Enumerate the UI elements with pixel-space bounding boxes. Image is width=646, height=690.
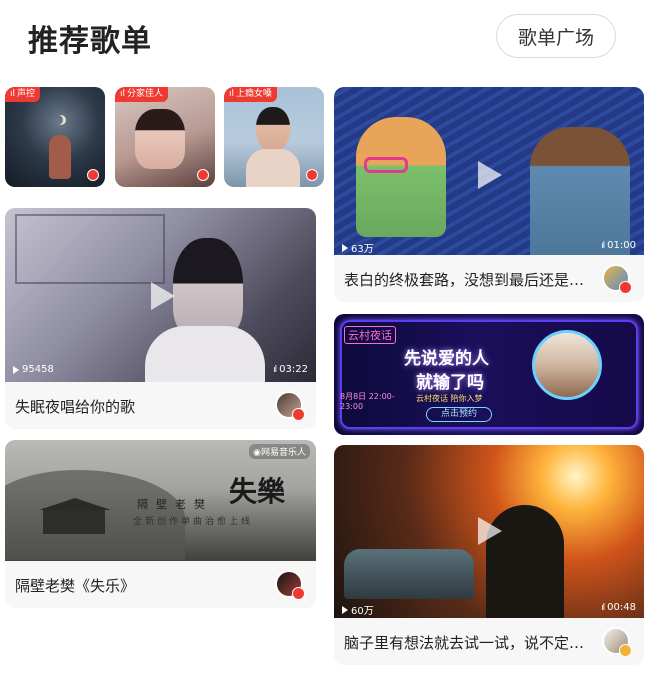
mini-playlist-card[interactable]: ıl 上瘾女嗓 xyxy=(224,87,324,187)
card-title: 隔壁老樊《失乐》 xyxy=(15,577,136,595)
card-title: 表白的终极套路，没想到最后还是凉... xyxy=(344,271,592,289)
netease-logo-icon: ◉ xyxy=(253,448,261,458)
house-roof xyxy=(39,498,111,510)
event-banner[interactable]: 云村夜话 8月8日 22:00-23:00 先说爱的人 就输了吗 云村夜话 陪你… xyxy=(334,314,644,435)
portrait-shoulders xyxy=(145,326,265,382)
banner-subtitle: 云村夜话 陪你入梦 xyxy=(416,394,483,403)
duration-icon: ıl xyxy=(273,364,277,375)
video-card[interactable]: 60万 ıl 00:48 脑子里有想法就去试一试，说不定就... xyxy=(334,445,644,665)
video-duration: ıl 03:22 xyxy=(273,364,308,375)
cover-artist: 隔壁老樊 xyxy=(137,498,213,511)
playlist-tag: ıl 分家佳人 xyxy=(115,87,169,102)
recommend-badge-icon xyxy=(197,169,209,181)
banner-badge: 云村夜话 xyxy=(344,326,396,344)
audio-wave-icon: ıl xyxy=(10,89,16,99)
card-caption: 失眠夜唱给你的歌 xyxy=(5,382,316,429)
play-count: 60万 xyxy=(342,602,374,617)
host-portrait xyxy=(532,330,602,400)
video-duration: ıl 01:00 xyxy=(601,240,636,251)
play-icon[interactable] xyxy=(151,282,175,310)
portrait-image xyxy=(173,238,243,338)
banner-title-line2: 就输了吗 xyxy=(416,373,484,393)
play-count-icon xyxy=(342,605,348,614)
avatar[interactable] xyxy=(602,627,632,657)
play-icon[interactable] xyxy=(478,161,502,189)
playlist-tag: ıl 声控 xyxy=(5,87,41,102)
banner-title-line1: 先说爱的人 xyxy=(404,349,489,369)
duration-icon: ıl xyxy=(601,602,605,613)
window-frame xyxy=(15,214,165,284)
playlist-cover: 失樂 隔壁老樊 全新创作单曲治愈上线 ◉网易音乐人 xyxy=(5,440,316,561)
cover-tagline: 全新创作单曲治愈上线 xyxy=(133,517,254,527)
verified-badge-icon xyxy=(292,408,305,421)
character-glasses xyxy=(364,157,408,173)
play-icon[interactable] xyxy=(478,517,502,545)
video-duration: ıl 00:48 xyxy=(601,602,636,613)
verified-badge-icon xyxy=(619,644,632,657)
video-card[interactable]: 63万 ıl 01:00 表白的终极套路，没想到最后还是凉... xyxy=(334,87,644,302)
play-count-icon xyxy=(13,365,19,374)
watermark: ◉网易音乐人 xyxy=(249,444,310,459)
verified-badge-icon xyxy=(292,587,305,600)
card-caption: 脑子里有想法就去试一试，说不定就... xyxy=(334,618,644,665)
house-image xyxy=(43,508,105,534)
video-thumbnail: 95458 ıl 03:22 xyxy=(5,208,316,382)
card-caption: 隔壁老樊《失乐》 xyxy=(5,561,316,608)
card-caption: 表白的终极套路，没想到最后还是凉... xyxy=(334,255,644,302)
car-shape xyxy=(344,549,474,599)
banner-date: 8月8日 22:00-23:00 xyxy=(340,392,395,411)
play-count: 95458 xyxy=(13,364,54,375)
duration-icon: ıl xyxy=(601,240,605,251)
play-count: 63万 xyxy=(342,240,374,255)
card-title: 失眠夜唱给你的歌 xyxy=(15,398,136,416)
reserve-button[interactable]: 点击预约 xyxy=(426,407,492,422)
audio-wave-icon: ıl xyxy=(120,89,126,99)
playlist-card[interactable]: 失樂 隔壁老樊 全新创作单曲治愈上线 ◉网易音乐人 隔壁老樊《失乐》 xyxy=(5,440,316,608)
verified-badge-icon xyxy=(619,281,632,294)
avatar[interactable] xyxy=(275,570,305,600)
page-title: 推荐歌单 xyxy=(28,24,152,59)
mini-playlist-card[interactable]: ıl 声控 xyxy=(5,87,105,187)
play-count-icon xyxy=(342,243,348,252)
character-left xyxy=(356,117,446,237)
recommend-badge-icon xyxy=(87,169,99,181)
playlist-plaza-button[interactable]: 歌单广场 xyxy=(496,14,616,58)
cover-title-big: 失樂 xyxy=(229,475,286,508)
avatar[interactable] xyxy=(602,264,632,294)
portrait-image xyxy=(256,107,290,151)
video-thumbnail: 60万 ıl 00:48 xyxy=(334,445,644,618)
portrait-shoulders xyxy=(246,149,300,187)
recommend-badge-icon xyxy=(306,169,318,181)
playlist-tag: ıl 上瘾女嗓 xyxy=(224,87,278,102)
header: 推荐歌单 歌单广场 xyxy=(0,0,646,76)
moon-icon xyxy=(53,115,63,125)
mini-playlist-card[interactable]: ıl 分家佳人 xyxy=(115,87,215,187)
hand-image xyxy=(49,135,71,179)
character-right xyxy=(530,127,630,255)
video-thumbnail: 63万 ıl 01:00 xyxy=(334,87,644,255)
avatar[interactable] xyxy=(275,391,305,421)
portrait-image xyxy=(135,109,185,169)
audio-wave-icon: ıl xyxy=(229,89,235,99)
video-card[interactable]: 95458 ıl 03:22 失眠夜唱给你的歌 xyxy=(5,208,316,429)
card-title: 脑子里有想法就去试一试，说不定就... xyxy=(344,634,592,652)
